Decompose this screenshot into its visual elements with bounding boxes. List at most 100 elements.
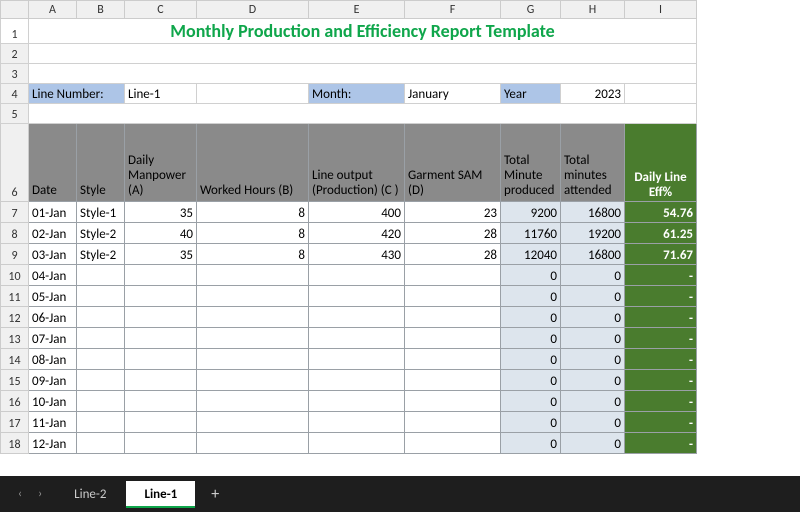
cell-style[interactable] bbox=[77, 433, 125, 454]
cell-style[interactable] bbox=[77, 307, 125, 328]
cell-sam[interactable] bbox=[405, 412, 501, 433]
row-header[interactable]: 10 bbox=[1, 265, 29, 286]
cell-min-attended[interactable]: 0 bbox=[561, 265, 625, 286]
row-header[interactable]: 3 bbox=[1, 64, 29, 84]
cell-min-attended[interactable]: 0 bbox=[561, 391, 625, 412]
cell-sam[interactable]: 28 bbox=[405, 223, 501, 244]
row-header[interactable]: 12 bbox=[1, 307, 29, 328]
year-value[interactable]: 2023 bbox=[561, 84, 625, 104]
cell-manpower[interactable] bbox=[125, 328, 197, 349]
cell-efficiency[interactable]: - bbox=[625, 286, 697, 307]
cell-manpower[interactable]: 35 bbox=[125, 244, 197, 265]
cell-manpower[interactable] bbox=[125, 307, 197, 328]
cell-min-produced[interactable]: 0 bbox=[501, 286, 561, 307]
cell-output[interactable] bbox=[309, 328, 405, 349]
tab-nav-prev-icon[interactable]: ‹ bbox=[18, 487, 22, 501]
cell-style[interactable] bbox=[77, 349, 125, 370]
cell[interactable] bbox=[29, 104, 697, 124]
cell-sam[interactable]: 23 bbox=[405, 202, 501, 223]
col-header[interactable]: I bbox=[625, 1, 697, 19]
cell-sam[interactable] bbox=[405, 265, 501, 286]
cell-hours[interactable]: 8 bbox=[197, 223, 309, 244]
cell-sam[interactable] bbox=[405, 286, 501, 307]
cell-manpower[interactable]: 40 bbox=[125, 223, 197, 244]
row-header[interactable]: 2 bbox=[1, 44, 29, 64]
cell-style[interactable] bbox=[77, 286, 125, 307]
cell-hours[interactable] bbox=[197, 370, 309, 391]
cell-min-produced[interactable]: 0 bbox=[501, 265, 561, 286]
cell-min-attended[interactable]: 0 bbox=[561, 370, 625, 391]
column-headers[interactable]: A B C D E F G H I bbox=[1, 1, 697, 19]
row-header[interactable]: 17 bbox=[1, 412, 29, 433]
cell-date[interactable]: 04-Jan bbox=[29, 265, 77, 286]
cell-output[interactable] bbox=[309, 433, 405, 454]
cell-min-attended[interactable]: 19200 bbox=[561, 223, 625, 244]
row-header[interactable]: 14 bbox=[1, 349, 29, 370]
cell-date[interactable]: 03-Jan bbox=[29, 244, 77, 265]
cell-output[interactable] bbox=[309, 370, 405, 391]
cell-hours[interactable] bbox=[197, 349, 309, 370]
row-header[interactable]: 6 bbox=[1, 124, 29, 202]
cell-sam[interactable] bbox=[405, 391, 501, 412]
cell-manpower[interactable] bbox=[125, 412, 197, 433]
cell-date[interactable]: 02-Jan bbox=[29, 223, 77, 244]
cell-date[interactable]: 01-Jan bbox=[29, 202, 77, 223]
cell-efficiency[interactable]: - bbox=[625, 307, 697, 328]
cell-output[interactable]: 430 bbox=[309, 244, 405, 265]
cell-efficiency[interactable]: - bbox=[625, 412, 697, 433]
col-header[interactable]: F bbox=[405, 1, 501, 19]
cell-min-attended[interactable]: 16800 bbox=[561, 202, 625, 223]
cell-style[interactable]: Style-2 bbox=[77, 223, 125, 244]
cell-min-produced[interactable]: 0 bbox=[501, 391, 561, 412]
cell-hours[interactable] bbox=[197, 286, 309, 307]
cell-min-attended[interactable]: 0 bbox=[561, 307, 625, 328]
cell-efficiency[interactable]: - bbox=[625, 349, 697, 370]
cell-efficiency[interactable]: - bbox=[625, 391, 697, 412]
cell[interactable] bbox=[29, 64, 697, 84]
cell-style[interactable] bbox=[77, 412, 125, 433]
cell-output[interactable] bbox=[309, 286, 405, 307]
cell-min-attended[interactable]: 0 bbox=[561, 328, 625, 349]
cell-output[interactable] bbox=[309, 412, 405, 433]
cell-hours[interactable] bbox=[197, 433, 309, 454]
tab-nav-next-icon[interactable]: › bbox=[38, 487, 42, 501]
col-header[interactable]: E bbox=[309, 1, 405, 19]
row-header[interactable]: 4 bbox=[1, 84, 29, 104]
cell-date[interactable]: 06-Jan bbox=[29, 307, 77, 328]
col-header[interactable]: G bbox=[501, 1, 561, 19]
cell-style[interactable] bbox=[77, 265, 125, 286]
col-header[interactable]: C bbox=[125, 1, 197, 19]
sheet-tab[interactable]: Line-2 bbox=[56, 481, 124, 508]
cell-output[interactable] bbox=[309, 307, 405, 328]
cell-style[interactable] bbox=[77, 328, 125, 349]
cell-manpower[interactable] bbox=[125, 349, 197, 370]
row-header[interactable]: 16 bbox=[1, 391, 29, 412]
cell-sam[interactable] bbox=[405, 328, 501, 349]
cell-style[interactable]: Style-2 bbox=[77, 244, 125, 265]
cell-output[interactable]: 400 bbox=[309, 202, 405, 223]
cell-output[interactable]: 420 bbox=[309, 223, 405, 244]
month-value[interactable]: January bbox=[405, 84, 501, 104]
cell-min-produced[interactable]: 0 bbox=[501, 307, 561, 328]
cell-sam[interactable] bbox=[405, 307, 501, 328]
cell-sam[interactable]: 28 bbox=[405, 244, 501, 265]
cell-min-attended[interactable]: 0 bbox=[561, 433, 625, 454]
cell-min-attended[interactable]: 16800 bbox=[561, 244, 625, 265]
cell-date[interactable]: 05-Jan bbox=[29, 286, 77, 307]
cell-date[interactable]: 11-Jan bbox=[29, 412, 77, 433]
cell-output[interactable] bbox=[309, 265, 405, 286]
cell-min-produced[interactable]: 12040 bbox=[501, 244, 561, 265]
cell-style[interactable]: Style-1 bbox=[77, 202, 125, 223]
add-sheet-button[interactable]: + bbox=[199, 485, 231, 504]
row-header[interactable]: 1 bbox=[1, 19, 29, 44]
row-header[interactable]: 8 bbox=[1, 223, 29, 244]
cell-style[interactable] bbox=[77, 391, 125, 412]
cell-sam[interactable] bbox=[405, 370, 501, 391]
row-header[interactable]: 18 bbox=[1, 433, 29, 454]
cell-manpower[interactable]: 35 bbox=[125, 202, 197, 223]
row-header[interactable]: 5 bbox=[1, 104, 29, 124]
cell-hours[interactable] bbox=[197, 265, 309, 286]
cell-hours[interactable]: 8 bbox=[197, 202, 309, 223]
cell-min-produced[interactable]: 0 bbox=[501, 433, 561, 454]
cell[interactable] bbox=[29, 44, 697, 64]
